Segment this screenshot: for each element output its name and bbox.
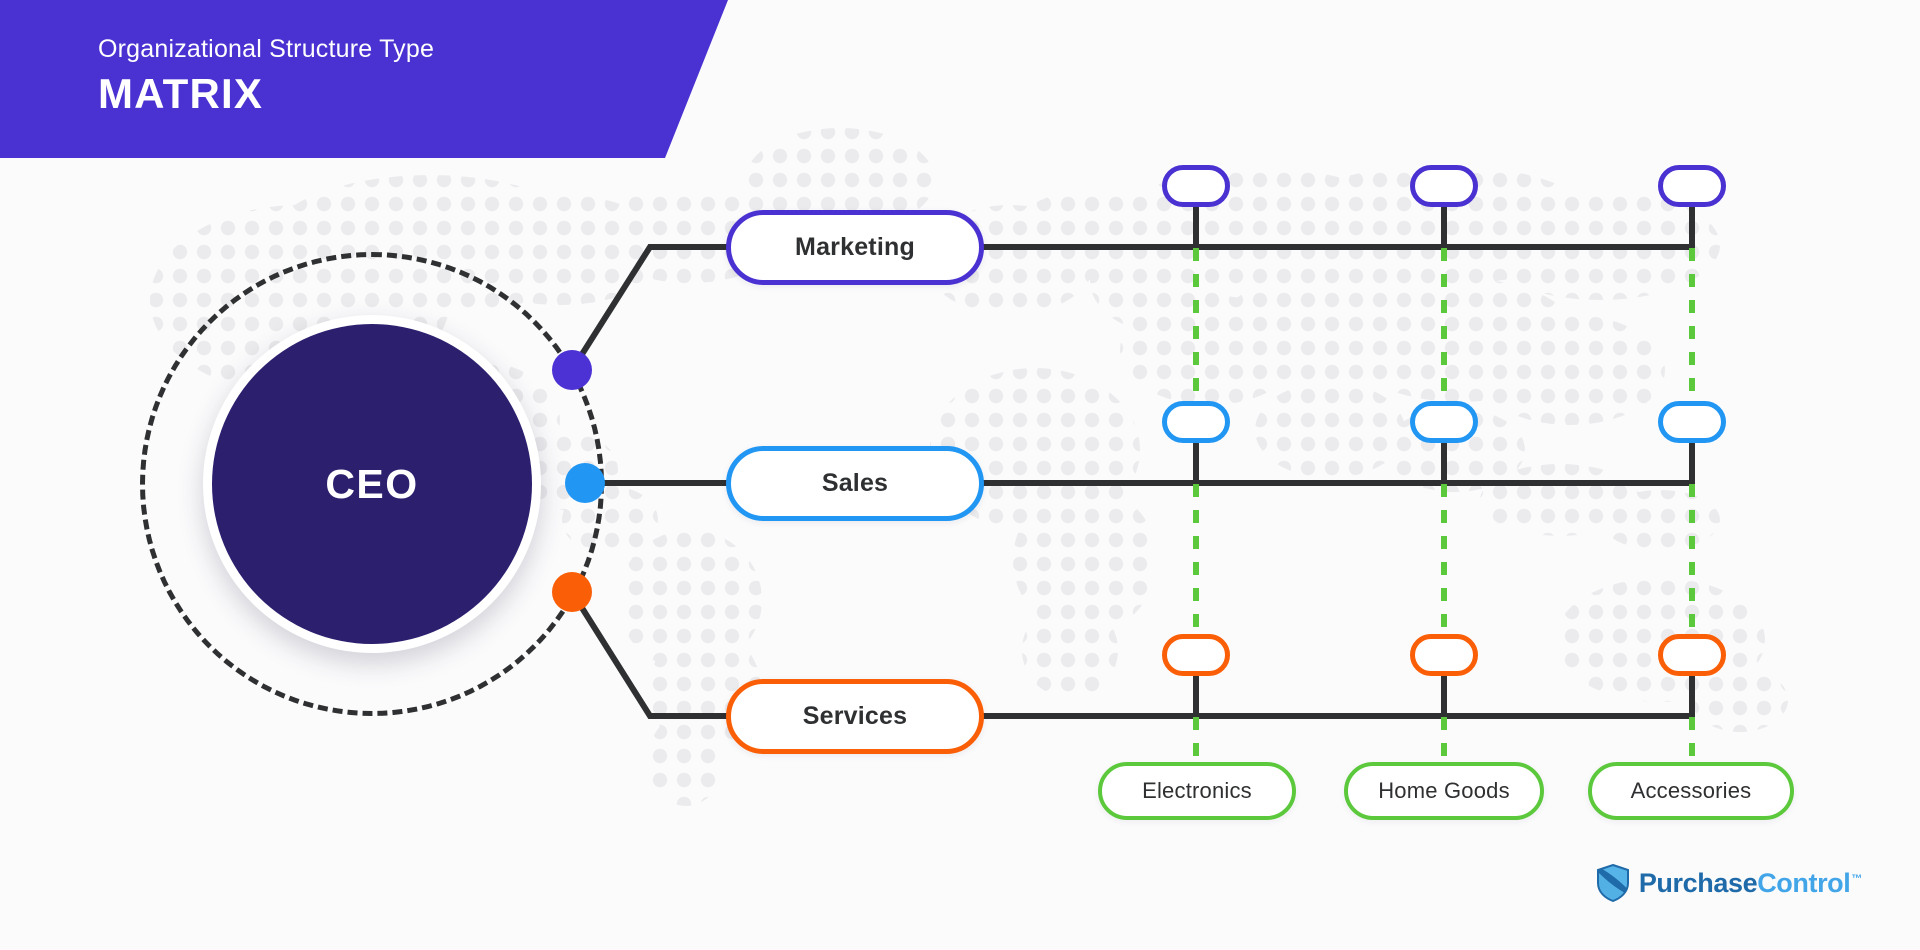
connector-dot-marketing[interactable] — [552, 350, 592, 390]
matrix-node-services-home-goods[interactable] — [1410, 634, 1478, 676]
logo-trademark: ™ — [1851, 872, 1862, 885]
connector-dot-services[interactable] — [552, 572, 592, 612]
product-label-home-goods: Home Goods — [1378, 778, 1510, 803]
product-label-electronics: Electronics — [1142, 778, 1252, 803]
logo-wordmark: PurchaseControl™ — [1638, 867, 1863, 899]
matrix-node-marketing-accessories[interactable] — [1658, 165, 1726, 207]
matrix-node-sales-home-goods[interactable] — [1410, 401, 1478, 443]
product-label-accessories: Accessories — [1630, 778, 1752, 803]
department-label-sales: Sales — [821, 469, 889, 497]
department-label-services: Services — [802, 702, 908, 730]
logo-word-purchase: Purchase — [1638, 867, 1758, 898]
product-pill-home-goods[interactable]: Home Goods — [1344, 762, 1544, 820]
purchasecontrol-logo: PurchaseControl™ — [1596, 864, 1862, 902]
matrix-node-services-electronics[interactable] — [1162, 634, 1230, 676]
matrix-node-sales-electronics[interactable] — [1162, 401, 1230, 443]
matrix-node-marketing-home-goods[interactable] — [1410, 165, 1478, 207]
wire-ceo-to-services — [569, 590, 730, 719]
ceo-label: CEO — [325, 460, 419, 507]
product-pill-accessories[interactable]: Accessories — [1588, 762, 1794, 820]
header-title: MATRIX — [98, 70, 264, 117]
header-subtitle: Organizational Structure Type — [98, 35, 435, 63]
connector-dot-sales[interactable] — [565, 463, 605, 503]
ceo-node[interactable]: CEO — [212, 324, 532, 644]
matrix-node-marketing-electronics[interactable] — [1162, 165, 1230, 207]
shield-icon — [1596, 864, 1629, 902]
matrix-node-services-accessories[interactable] — [1658, 634, 1726, 676]
infographic-canvas: Organizational Structure Type MATRIX CEO… — [0, 0, 1920, 950]
department-label-marketing: Marketing — [795, 233, 915, 261]
matrix-node-sales-accessories[interactable] — [1658, 401, 1726, 443]
logo-word-control: Control — [1757, 867, 1851, 898]
department-pill-services[interactable]: Services — [726, 679, 984, 754]
department-pill-marketing[interactable]: Marketing — [726, 210, 984, 285]
header-text-group: Organizational Structure Type MATRIX — [98, 34, 434, 118]
wire-ceo-to-marketing — [569, 244, 730, 372]
department-pill-sales[interactable]: Sales — [726, 446, 984, 521]
product-pill-electronics[interactable]: Electronics — [1098, 762, 1296, 820]
